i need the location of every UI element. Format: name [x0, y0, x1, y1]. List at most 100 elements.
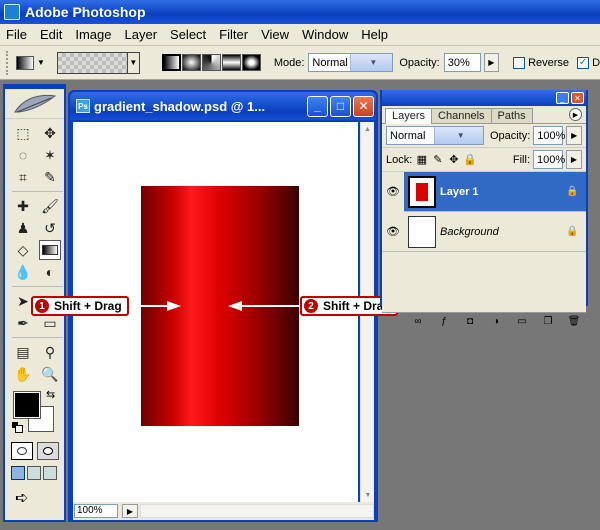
magic-wand-icon[interactable]: ✶: [39, 145, 61, 165]
menu-window[interactable]: Window: [296, 27, 355, 42]
panel-close-button[interactable]: ✕: [571, 92, 584, 104]
chevron-down-icon[interactable]: ▼: [350, 54, 393, 71]
swap-colors-icon[interactable]: ⇆: [46, 388, 55, 401]
layer-mask-icon[interactable]: ◘: [462, 315, 478, 329]
trash-icon[interactable]: 🗑: [566, 315, 582, 329]
full-screen-button[interactable]: [43, 466, 57, 480]
standard-screen-button[interactable]: [11, 466, 25, 480]
chevron-down-icon[interactable]: ▼: [434, 127, 483, 144]
layer-opacity-label: Opacity:: [489, 129, 531, 142]
dither-checkbox[interactable]: ✓ D: [577, 56, 600, 69]
layer-row-background[interactable]: 👁 Background 🔒: [382, 212, 586, 252]
menu-view[interactable]: View: [255, 27, 296, 42]
angle-gradient-button[interactable]: [201, 54, 221, 71]
adjustment-layer-icon[interactable]: ◑: [488, 315, 504, 329]
tool-preset-picker[interactable]: ▼: [15, 51, 49, 75]
layer-name[interactable]: Layer 1: [440, 186, 566, 198]
full-screen-menu-button[interactable]: [27, 466, 41, 480]
fill-field[interactable]: 100%: [533, 150, 565, 169]
diamond-gradient-button[interactable]: [241, 54, 261, 71]
layer-row-layer-1[interactable]: 👁 Layer 1 🔒: [382, 171, 586, 212]
gradient-picker[interactable]: ▼: [56, 51, 140, 74]
standard-mode-button[interactable]: [11, 442, 33, 460]
maximize-button[interactable]: □: [330, 95, 351, 117]
reverse-checkbox-box[interactable]: [513, 56, 526, 69]
lasso-tool-icon[interactable]: ◌: [12, 145, 34, 165]
eyedropper-icon[interactable]: ⚲: [39, 342, 61, 362]
options-grip[interactable]: [6, 50, 10, 75]
crop-tool-icon[interactable]: ⌗: [12, 167, 34, 187]
dodge-tool-icon[interactable]: ◐: [39, 262, 61, 282]
layer-name[interactable]: Background: [440, 226, 566, 238]
minimize-button[interactable]: _: [307, 95, 328, 117]
scroll-up-icon[interactable]: ▲: [361, 122, 374, 136]
default-colors-icon[interactable]: [12, 422, 23, 433]
panel-minimize-button[interactable]: _: [556, 92, 569, 104]
tab-paths[interactable]: Paths: [490, 108, 533, 123]
document-title-bar[interactable]: Ps gradient_shadow.psd @ 1... _ □ ✕: [70, 92, 376, 120]
lock-paint-icon[interactable]: ✎: [431, 153, 444, 166]
blur-tool-icon[interactable]: 💧: [12, 262, 34, 282]
panel-title-bar[interactable]: _ ✕: [382, 90, 586, 106]
menu-layer[interactable]: Layer: [119, 27, 165, 42]
lock-transparency-icon[interactable]: ▦: [415, 153, 428, 166]
new-group-icon[interactable]: ▭: [514, 315, 530, 329]
opacity-slider-button[interactable]: ▶: [483, 53, 500, 72]
menu-help[interactable]: Help: [355, 27, 395, 42]
panel-menu-icon[interactable]: ▶: [569, 108, 582, 121]
horizontal-scrollbar[interactable]: [140, 504, 374, 518]
status-info-button[interactable]: ▶: [122, 504, 138, 518]
menu-image[interactable]: Image: [69, 27, 118, 42]
linear-gradient-button[interactable]: [161, 54, 181, 71]
clone-stamp-icon[interactable]: ♟: [12, 218, 34, 238]
marquee-tool-icon[interactable]: ⬚: [12, 123, 34, 143]
move-tool-icon[interactable]: ✥: [39, 123, 61, 143]
tab-layers[interactable]: Layers: [385, 108, 433, 124]
hand-tool-icon[interactable]: ✋: [12, 364, 34, 384]
layer-opacity-field[interactable]: 100%: [533, 126, 565, 145]
lock-all-icon[interactable]: 🔒: [463, 153, 477, 166]
layer-opacity-slider-button[interactable]: ▶: [566, 126, 582, 145]
layer-style-icon[interactable]: ƒ: [436, 315, 452, 329]
menu-file[interactable]: File: [0, 27, 34, 42]
close-button[interactable]: ✕: [353, 95, 374, 117]
tab-channels[interactable]: Channels: [431, 108, 492, 123]
mode-select[interactable]: Normal ▼: [308, 53, 394, 72]
visibility-eye-icon[interactable]: 👁: [382, 225, 404, 238]
menu-filter[interactable]: Filter: [213, 27, 255, 42]
chevron-down-icon[interactable]: ▼: [126, 52, 139, 73]
reverse-checkbox[interactable]: Reverse: [513, 56, 569, 69]
layers-panel: _ ✕ Layers Channels Paths ▶ Normal ▼ Opa…: [380, 90, 588, 327]
notes-tool-icon[interactable]: ▤: [12, 342, 34, 362]
zoom-tool-icon[interactable]: 🔍: [39, 364, 61, 384]
visibility-eye-icon[interactable]: 👁: [382, 171, 404, 212]
jump-to-imageready-icon[interactable]: ➪: [15, 488, 51, 508]
menu-edit[interactable]: Edit: [34, 27, 69, 42]
menu-select[interactable]: Select: [164, 27, 213, 42]
dither-checkbox-box[interactable]: ✓: [577, 56, 590, 69]
blend-mode-select[interactable]: Normal ▼: [386, 126, 484, 145]
healing-brush-icon[interactable]: ✚: [12, 196, 34, 216]
feather-icon[interactable]: [5, 89, 64, 119]
reflected-gradient-button[interactable]: [221, 54, 241, 71]
fill-slider-button[interactable]: ▶: [566, 150, 582, 169]
scroll-down-icon[interactable]: ▼: [361, 488, 375, 502]
lock-row: Lock: ▦ ✎ ✥ 🔒 Fill: 100% ▶: [382, 148, 586, 172]
quick-mask-button[interactable]: [37, 442, 59, 460]
opacity-field[interactable]: 30%: [443, 53, 481, 72]
gradient-tool-icon[interactable]: [39, 240, 61, 260]
shape-tool-icon[interactable]: ▭: [39, 313, 61, 333]
foreground-color-swatch[interactable]: [13, 391, 41, 419]
zoom-field[interactable]: 100%: [74, 504, 118, 518]
status-bar: 100% ▶: [73, 502, 374, 520]
history-brush-icon[interactable]: ↺: [39, 218, 61, 238]
lock-position-icon[interactable]: ✥: [447, 153, 460, 166]
link-layers-icon[interactable]: ∞: [410, 315, 426, 329]
arrow-head-right-icon: [167, 301, 181, 311]
radial-gradient-button[interactable]: [181, 54, 201, 71]
brush-tool-icon[interactable]: 🖌: [39, 196, 61, 216]
eraser-tool-icon[interactable]: ◇: [12, 240, 34, 260]
slice-tool-icon[interactable]: ✎: [39, 167, 61, 187]
pen-tool-icon[interactable]: ✒: [12, 313, 34, 333]
new-layer-icon[interactable]: ❐: [540, 315, 556, 329]
